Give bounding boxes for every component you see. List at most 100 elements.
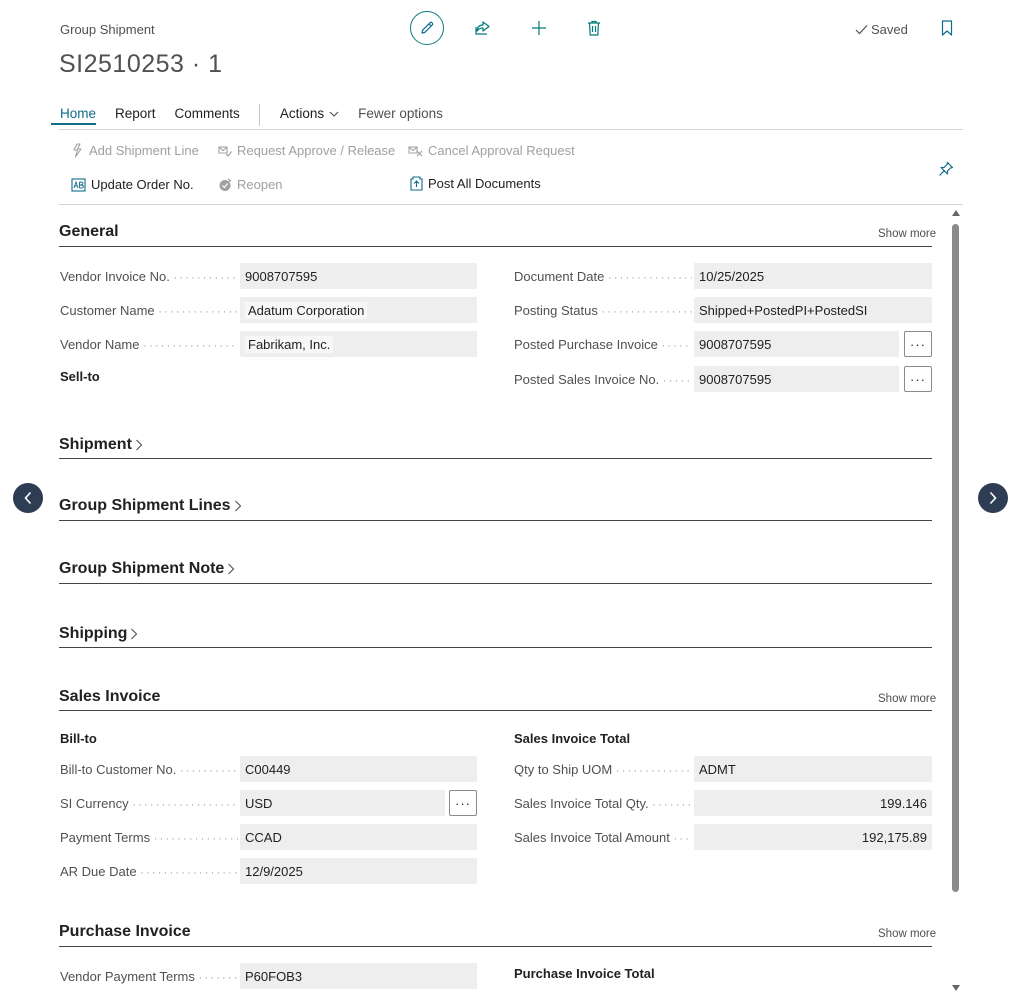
chevron-right-icon [234,500,241,512]
add-shipment-line-label: Add Shipment Line [89,143,199,158]
page-subtitle: Group Shipment [60,22,155,37]
bill-to-customer-no-label: Bill-to Customer No. ···················… [60,762,238,777]
page-title: SI2510253 · 1 [59,50,223,78]
post-documents-icon [410,176,423,191]
document-date-field[interactable]: 10/25/2025 [694,263,932,289]
vendor-payment-terms-field[interactable]: P60FOB3 [240,963,477,989]
update-order-no-button[interactable]: Update Order No. [71,177,194,192]
bill-to-group-label: Bill-to [60,731,97,746]
chevron-right-icon [228,563,235,575]
section-sales-invoice-title[interactable]: Sales Invoice [59,688,160,706]
action-menu: Home Report Comments Actions Fewer optio… [51,104,462,126]
si-currency-label: SI Currency ····························… [60,796,238,811]
section-general-title[interactable]: General [59,223,119,241]
add-line-icon [73,143,82,158]
ar-due-date-field[interactable]: 12/9/2025 [240,858,477,884]
section-group-shipment-lines-title[interactable]: Group Shipment Lines [59,497,242,515]
bookmark-button[interactable] [938,18,956,38]
posted-sales-invoice-lookup-button[interactable]: ··· [904,366,932,392]
general-show-more[interactable]: Show more [878,228,936,240]
si-currency-field[interactable]: USD [240,790,445,816]
sales-invoice-total-group-label: Sales Invoice Total [514,731,631,746]
ellipsis-icon: ··· [910,336,926,352]
purchase-invoice-show-more[interactable]: Show more [878,928,936,940]
posted-purchase-invoice-lookup-button[interactable]: ··· [904,331,932,357]
menu-divider [258,104,260,126]
update-order-no-label: Update Order No. [91,177,194,192]
fewer-options-button[interactable]: Fewer options [358,105,443,125]
action-bar-divider [59,204,963,205]
customer-name-label: Customer Name ··························… [60,303,238,318]
tab-actions-label: Actions [279,106,325,121]
menu-divider-line [59,129,963,130]
posted-purchase-invoice-field[interactable]: 9008707595 [694,331,899,357]
checkmark-icon [855,25,868,35]
add-shipment-line-button[interactable]: Add Shipment Line [71,143,199,158]
section-general-divider [59,246,932,247]
vendor-name-value[interactable]: Fabrikam, Inc. [245,335,334,353]
sales-invoice-total-amount-label: Sales Invoice Total Amount ·············… [514,830,692,845]
customer-name-value[interactable]: Adatum Corporation [245,301,368,319]
bookmark-icon [941,20,953,36]
section-purchase-invoice-title[interactable]: Purchase Invoice [59,923,191,941]
post-all-documents-label: Post All Documents [428,176,541,191]
qty-to-ship-uom-label: Qty to Ship UOM ························… [514,762,692,777]
tab-actions[interactable]: Actions [280,105,339,125]
scroll-up-arrow-icon [952,210,960,216]
section-shipment-title[interactable]: Shipment [59,436,143,454]
new-button[interactable] [529,18,549,38]
delete-button[interactable] [584,18,604,38]
share-button[interactable] [472,18,492,38]
reopen-button[interactable]: Reopen [218,177,283,192]
scrollbar-thumb[interactable] [952,224,959,892]
sales-invoice-show-more[interactable]: Show more [878,693,936,705]
sales-invoice-total-qty-label: Sales Invoice Total Qty. ···············… [514,796,692,811]
document-date-label: Document Date ··························… [514,269,692,284]
section-shipping-divider [59,647,932,648]
vendor-invoice-no-label: Vendor Invoice No. ·····················… [60,269,238,284]
reopen-label: Reopen [237,177,283,192]
tab-comments[interactable]: Comments [175,105,240,125]
edit-button[interactable] [410,11,444,45]
section-shipping-title[interactable]: Shipping [59,625,138,643]
update-order-icon [71,177,86,192]
posting-status-field[interactable]: Shipped+PostedPI+PostedSI [694,297,932,323]
post-all-documents-button[interactable]: Post All Documents [410,176,541,191]
section-group-shipment-lines-label: Group Shipment Lines [59,497,231,514]
posted-sales-invoice-no-field[interactable]: 9008707595 [694,366,899,392]
previous-record-button[interactable] [13,483,43,513]
tab-home[interactable]: Home [51,105,97,125]
ar-due-date-label: AR Due Date ····························… [60,864,238,879]
tab-report[interactable]: Report [115,105,156,125]
section-group-shipment-note-title[interactable]: Group Shipment Note [59,560,235,578]
chevron-left-icon [24,491,32,505]
posted-sales-invoice-no-label: Posted Sales Invoice No. ···············… [514,372,692,387]
next-record-button[interactable] [978,483,1008,513]
sales-invoice-total-amount-field[interactable]: 192,175.89 [694,824,932,850]
cancel-approval-button[interactable]: Cancel Approval Request [408,143,575,158]
bill-to-customer-no-field[interactable]: C00449 [240,756,477,782]
section-group-shipment-note-label: Group Shipment Note [59,560,225,577]
section-shipment-divider [59,458,932,459]
section-shipment-label: Shipment [59,436,132,453]
chevron-down-icon [329,112,339,118]
share-icon [474,20,490,35]
pencil-icon [421,21,434,34]
vendor-invoice-no-field[interactable]: 9008707595 [240,263,477,289]
si-currency-lookup-button[interactable]: ··· [449,790,477,816]
qty-to-ship-uom-field[interactable]: ADMT [694,756,932,782]
customer-name-field[interactable]: Adatum Corporation [240,297,477,323]
saved-status: Saved [855,22,908,37]
section-group-shipment-lines-divider [59,520,932,521]
sales-invoice-total-qty-field[interactable]: 199.146 [694,790,932,816]
vendor-payment-terms-label: Vendor Payment Terms ···················… [60,969,238,984]
vendor-name-field[interactable]: Fabrikam, Inc. [240,331,477,357]
vendor-name-label: Vendor Name ····························… [60,337,238,352]
request-approve-label: Request Approve / Release [237,143,396,158]
request-approve-button[interactable]: Request Approve / Release [218,143,395,158]
pin-action-bar-button[interactable] [937,160,955,178]
reopen-icon [219,178,232,191]
payment-terms-field[interactable]: CCAD [240,824,477,850]
section-sales-invoice-divider [59,710,932,711]
posted-purchase-invoice-label: Posted Purchase Invoice ················… [514,337,692,352]
